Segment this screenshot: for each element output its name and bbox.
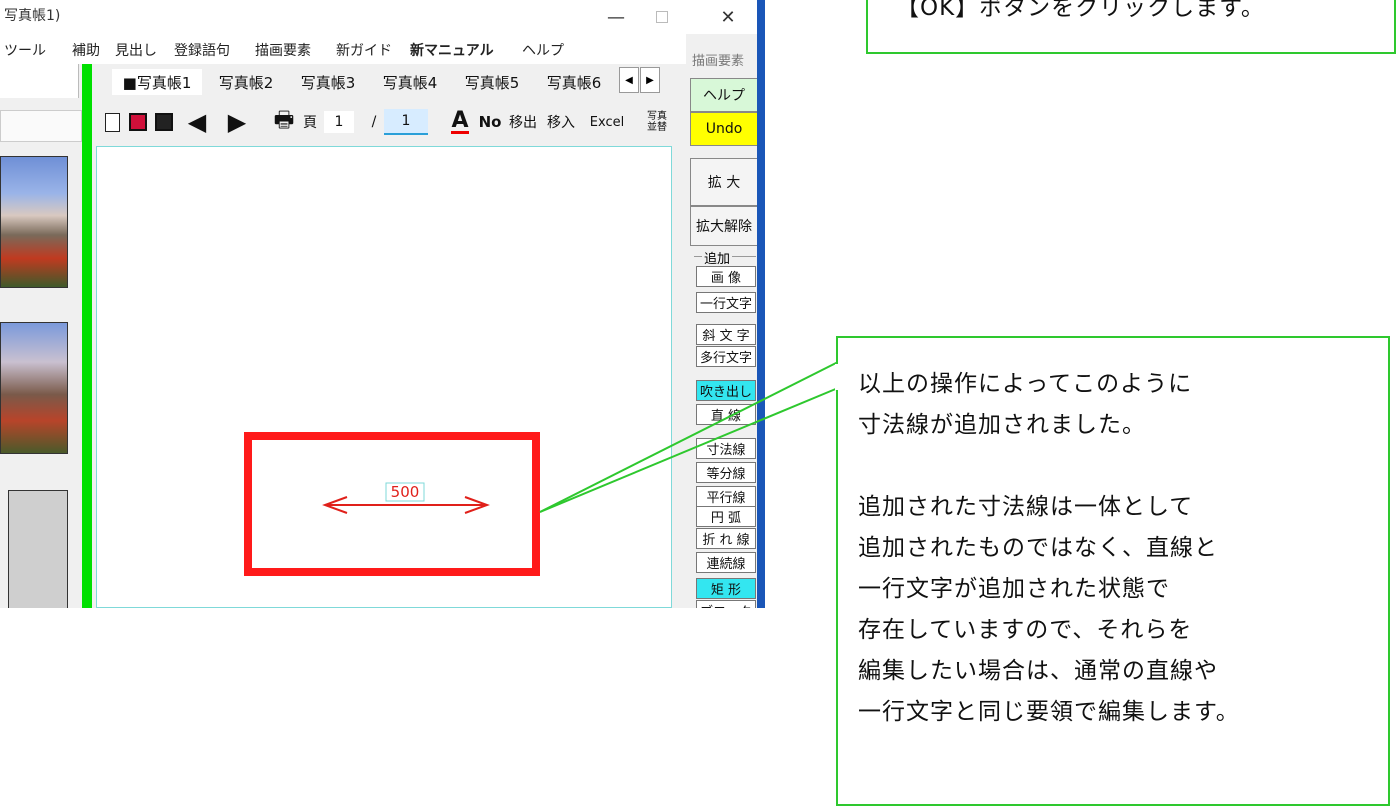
- leader-line-lower: [539, 387, 839, 513]
- callout-notch: [835, 364, 841, 390]
- leader-line-upper: [539, 361, 839, 513]
- top-callout-text: 【OK】ボタンをクリックします。: [896, 0, 1265, 21]
- callout-line: 以上の操作によってこのように: [858, 371, 1193, 397]
- callout-line: 一行文字が追加された状態で: [858, 576, 1170, 602]
- callout-line: 追加された寸法線は一体として: [858, 494, 1194, 520]
- callout-body: 以上の操作によってこのように 寸法線が追加されました。 追加された寸法線は一体と…: [858, 364, 1240, 733]
- callout-line: 編集したい場合は、通常の直線や: [858, 658, 1218, 684]
- callout-line: 寸法線が追加されました。: [858, 412, 1146, 438]
- callout-line: 追加されたものではなく、直線と: [858, 535, 1218, 561]
- main-callout: 以上の操作によってこのように 寸法線が追加されました。 追加された寸法線は一体と…: [835, 336, 1390, 806]
- top-callout: 【OK】ボタンをクリックします。: [866, 0, 1396, 54]
- callout-line: 一行文字と同じ要領で編集します。: [858, 699, 1240, 725]
- callout-line: [858, 446, 1240, 487]
- callout-line: 存在していますので、それらを: [858, 617, 1193, 643]
